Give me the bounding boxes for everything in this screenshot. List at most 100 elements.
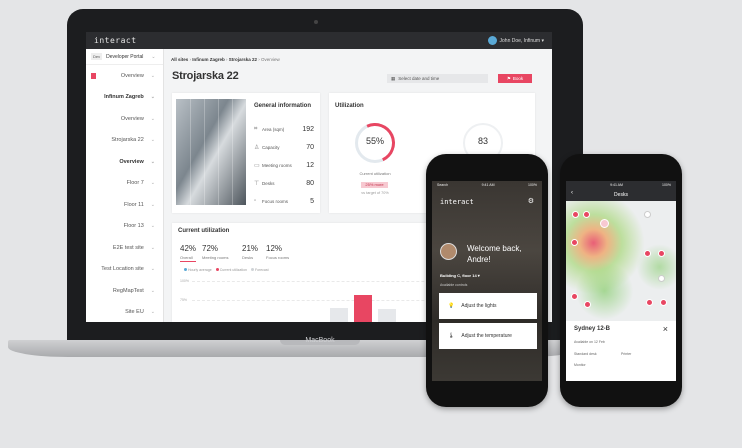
bookmark-icon: ⚑ (506, 75, 511, 81)
sidebar-item[interactable]: Site EU ⌄ (86, 302, 163, 323)
utilization-percent: 55% (365, 136, 384, 146)
user-name: John Doe, Infinum ▾ (499, 37, 544, 44)
user-menu[interactable]: John Doe, Infinum ▾ (487, 36, 544, 45)
desk-marker[interactable] (584, 301, 591, 308)
sidebar-item-label: Site EU (125, 309, 144, 316)
desk-availability: Available on 12 Feb (574, 340, 605, 344)
adjust-lights-label: Adjust the lights (461, 303, 497, 309)
info-row: ⊤ Desks 80 (254, 180, 314, 187)
sidebar-item[interactable]: Floor 11 ⌄ (86, 194, 163, 216)
sidebar-item-label: Overview (119, 158, 144, 165)
crumb-site[interactable]: Infinum Zagreb (192, 57, 225, 62)
sidebar-item-label: Strojarska 22 (111, 137, 144, 144)
selected-desk-marker[interactable] (600, 219, 609, 228)
desk-marker[interactable] (571, 239, 578, 246)
info-value: 80 (306, 180, 314, 187)
stat-tab[interactable]: Desks (242, 255, 253, 260)
chevron-down-icon: ⌄ (150, 201, 155, 208)
phone2-status-bar: 9:41 AM 100% (566, 181, 676, 189)
building-selector[interactable]: Building C, floor 14 ▾ (440, 273, 480, 278)
info-icon: ▫ (254, 198, 257, 204)
sidebar-item[interactable]: Test Location site ⌄ (86, 259, 163, 281)
stat-tab[interactable]: Overall (180, 255, 193, 260)
desk-marker[interactable] (572, 211, 579, 218)
sidebar-item[interactable]: Overview ⌄ (86, 151, 163, 173)
adjust-temperature-button[interactable]: 🌡 Adjust the temperature (439, 323, 537, 349)
info-label: Area (sqm) (262, 127, 285, 132)
sidebar-item[interactable]: RegMapTest ⌄ (86, 280, 163, 302)
chevron-down-icon: ⌄ (150, 223, 155, 230)
greeting-text: Welcome back, (467, 244, 522, 253)
chart-legend: Hourly average Current utilization Forecas… (180, 268, 269, 272)
thermometer-icon: 🌡 (448, 333, 455, 339)
sidebar-item-label: Floor 13 (123, 223, 144, 230)
sidebar-item[interactable]: Floor 13 ⌄ (86, 216, 163, 238)
desk-marker[interactable] (646, 299, 653, 306)
user-avatar (440, 243, 457, 260)
page-title: Strojarska 22 (172, 70, 239, 82)
sidebar-item[interactable]: Strojarska 22 ⌄ (86, 130, 163, 152)
portal-selector[interactable]: Dev Developer Portal ⌄ (86, 49, 163, 65)
stat-value: 21% (242, 244, 259, 253)
site-icon (91, 72, 96, 79)
desk-marker[interactable] (571, 293, 578, 300)
book-button[interactable]: ⚑ Book (498, 74, 532, 83)
app-logo[interactable]: interact (94, 36, 137, 45)
info-row: ⌗ Area (sqm) 192 (254, 126, 314, 133)
crumb-current: Overview (261, 57, 280, 62)
chevron-down-icon: ⌄ (150, 72, 155, 79)
legend-current: Current utilization (219, 268, 247, 272)
chart-bar-forecast-2 (378, 309, 396, 322)
sidebar-item[interactable]: Floor 7 ⌄ (86, 173, 163, 195)
phone1-status-bar: Search 9:41 AM 100% (432, 181, 542, 189)
stat-tab[interactable]: Meeting rooms (202, 255, 228, 260)
desk-marker-free[interactable] (644, 211, 651, 218)
desk-marker-free[interactable] (658, 275, 665, 282)
info-label: Focus rooms (262, 198, 289, 204)
desk-marker[interactable] (583, 211, 590, 218)
info-label: Desks (262, 181, 275, 186)
date-picker[interactable]: ▦ Select date and time (387, 74, 488, 83)
gear-icon[interactable]: ⚙ (528, 197, 534, 205)
phone1-screen: Search 9:41 AM 100% interact ⚙ Welcome bac… (432, 181, 542, 381)
desk-marker[interactable] (644, 250, 651, 257)
stat-value: 12% (266, 244, 283, 253)
desk-marker[interactable] (658, 250, 665, 257)
phone1-logo: interact (440, 198, 474, 206)
crumb-building[interactable]: Strojarska 22 (229, 57, 257, 62)
info-row: ▭ Meeting rooms 12 (254, 162, 314, 169)
info-row: ▫ Focus rooms 5 (254, 197, 314, 205)
chevron-down-icon: ⌄ (150, 244, 155, 251)
lightbulb-icon: 💡 (448, 303, 455, 309)
sidebar-item[interactable]: E2E test site ⌄ (86, 237, 163, 259)
stat-tab[interactable]: Focus rooms (266, 255, 289, 260)
sidebar-item[interactable]: Infinum Zagreb ⌄ (86, 87, 163, 109)
chevron-down-icon: ⌄ (150, 266, 155, 273)
info-icon: ♙ (254, 145, 260, 151)
desk-marker[interactable] (660, 299, 667, 306)
building-image (176, 99, 246, 205)
breadcrumb: All sites › Infinum Zagreb › Strojarska … (171, 57, 280, 62)
sidebar-item[interactable]: Overview ⌄ (86, 108, 163, 130)
close-icon[interactable]: × (663, 324, 668, 334)
legend-dot-average (184, 268, 187, 271)
general-info-title: General information (254, 103, 312, 109)
chart-bar-current (354, 295, 372, 322)
sidebar-list: Overview ⌄ Infinum Zagreb ⌄ Overview ⌄ Strojar… (86, 65, 163, 322)
phone2-title: Desks (614, 192, 628, 198)
info-value: 5 (310, 197, 314, 205)
legend-forecast: Forecast (254, 268, 269, 272)
info-icon: ⌗ (254, 126, 258, 132)
sidebar: Dev Developer Portal ⌄ Overview ⌄ Infinum … (86, 49, 164, 322)
phone2-header: 9:41 AM 100% ‹ Desks (566, 181, 676, 201)
book-label: Book (512, 76, 524, 81)
sidebar-item-label: E2E test site (112, 244, 144, 251)
chevron-down-icon: ⌄ (150, 137, 155, 144)
adjust-lights-button[interactable]: 💡 Adjust the lights (439, 293, 537, 319)
portal-name: Developer Portal (106, 53, 144, 60)
sidebar-item[interactable]: Overview ⌄ (86, 65, 163, 87)
phone1-carrier: Search (437, 183, 449, 187)
info-value: 70 (306, 144, 314, 151)
legend-average: Hourly average (188, 268, 212, 272)
crumb-all[interactable]: All sites (171, 57, 188, 62)
